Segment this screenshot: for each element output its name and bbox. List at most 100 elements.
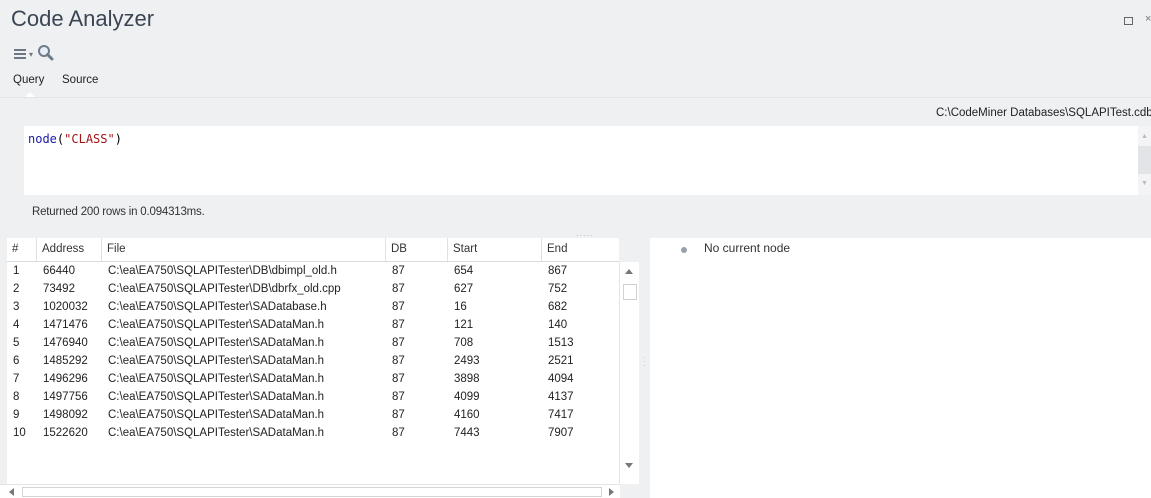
cell-start: 121 — [454, 319, 474, 331]
vertical-splitter[interactable]: · · · — [643, 354, 646, 370]
scroll-down-icon[interactable]: ▼ — [1141, 180, 1148, 187]
close-icon[interactable]: × — [1145, 12, 1151, 26]
editor-scrollbar[interactable]: ▲ ▼ — [1138, 126, 1151, 195]
cell-db: 87 — [392, 355, 405, 367]
table-row[interactable]: 1 66440 C:\ea\EA750\SQLAPITester\DB\dbimpl… — [7, 262, 619, 280]
cell-start: 3898 — [454, 373, 480, 385]
cell-file: C:\ea\EA750\SQLAPITester\SADataMan.h — [108, 319, 325, 331]
cell-db: 87 — [392, 427, 405, 439]
query-close-paren: ) — [114, 132, 122, 146]
scroll-right-icon[interactable] — [609, 488, 614, 496]
column-header-file[interactable]: File — [102, 238, 386, 261]
cell-address: 1020032 — [43, 301, 88, 313]
table-row[interactable]: 8 1497756 C:\ea\EA750\SQLAPITester\SADataM… — [7, 388, 619, 406]
cell-end: 4094 — [548, 373, 574, 385]
cell-file: C:\ea\EA750\SQLAPITester\DB\dbimpl_old.h — [108, 265, 337, 277]
cell-address: 1498092 — [43, 409, 88, 421]
cell-file: C:\ea\EA750\SQLAPITester\SADataMan.h — [108, 355, 325, 367]
cell-end: 2521 — [548, 355, 574, 367]
scroll-left-icon[interactable] — [9, 488, 14, 496]
cell-address: 1496296 — [43, 373, 88, 385]
grid-hscroll-thumb[interactable] — [22, 487, 602, 497]
query-editor[interactable]: node("CLASS") — [24, 126, 1138, 195]
search-icon[interactable] — [37, 44, 54, 61]
query-status: Returned 200 rows in 0.094313ms. — [32, 206, 205, 218]
results-grid: # Address File DB Start End 1 66440 C:\ea\… — [7, 238, 619, 484]
column-header-number[interactable]: # — [7, 238, 37, 261]
cell-row-number: 9 — [13, 409, 20, 421]
cell-start: 627 — [454, 283, 474, 295]
table-row[interactable]: 2 73492 C:\ea\EA750\SQLAPITester\DB\dbrfx_… — [7, 280, 619, 298]
cell-db: 87 — [392, 319, 405, 331]
column-header-end[interactable]: End — [542, 238, 619, 261]
grid-scroll-thumb[interactable] — [623, 284, 637, 300]
query-text: node("CLASS") — [28, 132, 122, 146]
window-title: Code Analyzer — [11, 6, 155, 31]
cell-row-number: 5 — [13, 337, 20, 349]
cell-file: C:\ea\EA750\SQLAPITester\DB\dbrfx_old.cp… — [108, 283, 341, 295]
query-function: node — [28, 132, 57, 146]
column-header-address[interactable]: Address — [37, 238, 102, 261]
code-analyzer-window: Code Analyzer × ▾ Query Source C:\CodeMi… — [0, 0, 1151, 498]
cell-address: 1497756 — [43, 391, 88, 403]
cell-address: 1476940 — [43, 337, 88, 349]
editor-scroll-thumb[interactable] — [1138, 146, 1151, 174]
node-status-icon — [681, 247, 687, 253]
node-status-text: No current node — [704, 241, 791, 255]
cell-end: 140 — [548, 319, 568, 331]
grid-horizontal-scrollbar[interactable] — [0, 484, 620, 498]
cell-end: 867 — [548, 265, 568, 277]
column-header-db[interactable]: DB — [386, 238, 448, 261]
table-row[interactable]: 5 1476940 C:\ea\EA750\SQLAPITester\SADataM… — [7, 334, 619, 352]
cell-end: 1513 — [548, 337, 574, 349]
cell-db: 87 — [392, 391, 405, 403]
cell-address: 1471476 — [43, 319, 88, 331]
cell-db: 87 — [392, 301, 405, 313]
table-row[interactable]: 7 1496296 C:\ea\EA750\SQLAPITester\SADataM… — [7, 370, 619, 388]
scroll-up-icon[interactable]: ▲ — [1141, 133, 1148, 140]
cell-start: 4099 — [454, 391, 480, 403]
cell-file: C:\ea\EA750\SQLAPITester\SADataMan.h — [108, 391, 325, 403]
cell-end: 7417 — [548, 409, 574, 421]
cell-db: 87 — [392, 337, 405, 349]
cell-address: 73492 — [43, 283, 75, 295]
cell-row-number: 10 — [13, 427, 26, 439]
grid-vertical-scrollbar[interactable] — [619, 262, 639, 484]
cell-file: C:\ea\EA750\SQLAPITester\SADataMan.h — [108, 373, 325, 385]
chevron-down-icon[interactable]: ▾ — [29, 50, 33, 59]
cell-row-number: 4 — [13, 319, 20, 331]
cell-row-number: 8 — [13, 391, 20, 403]
cell-row-number: 7 — [13, 373, 20, 385]
hamburger-menu-icon[interactable] — [14, 49, 26, 59]
cell-row-number: 2 — [13, 283, 20, 295]
cell-address: 66440 — [43, 265, 75, 277]
cell-start: 4160 — [454, 409, 480, 421]
cell-start: 16 — [454, 301, 467, 313]
cell-end: 752 — [548, 283, 568, 295]
column-header-start[interactable]: Start — [448, 238, 542, 261]
cell-start: 7443 — [454, 427, 480, 439]
scroll-up-icon[interactable] — [625, 269, 633, 274]
table-row[interactable]: 4 1471476 C:\ea\EA750\SQLAPITester\SADataM… — [7, 316, 619, 334]
restore-icon[interactable] — [1124, 17, 1133, 25]
cell-start: 708 — [454, 337, 474, 349]
cell-db: 87 — [392, 265, 405, 277]
cell-db: 87 — [392, 373, 405, 385]
tab-source[interactable]: Source — [62, 74, 98, 86]
table-row[interactable]: 10 1522620 C:\ea\EA750\SQLAPITester\SAData… — [7, 424, 619, 442]
cell-file: C:\ea\EA750\SQLAPITester\SADataMan.h — [108, 427, 325, 439]
cell-db: 87 — [392, 283, 405, 295]
node-panel: No current node — [650, 238, 1151, 498]
table-row[interactable]: 9 1498092 C:\ea\EA750\SQLAPITester\SADataM… — [7, 406, 619, 424]
table-row[interactable]: 3 1020032 C:\ea\EA750\SQLAPITester\SADatab… — [7, 298, 619, 316]
cell-start: 654 — [454, 265, 474, 277]
horizontal-splitter[interactable]: ..... — [576, 228, 594, 238]
tab-query[interactable]: Query — [13, 74, 44, 86]
cell-end: 4137 — [548, 391, 574, 403]
cell-start: 2493 — [454, 355, 480, 367]
scroll-down-icon[interactable] — [625, 463, 633, 468]
database-path: C:\CodeMiner Databases\SQLAPITest.cdb — [936, 107, 1151, 119]
table-row[interactable]: 6 1485292 C:\ea\EA750\SQLAPITester\SADataM… — [7, 352, 619, 370]
tab-divider — [0, 97, 1151, 98]
cell-file: C:\ea\EA750\SQLAPITester\SADataMan.h — [108, 409, 325, 421]
